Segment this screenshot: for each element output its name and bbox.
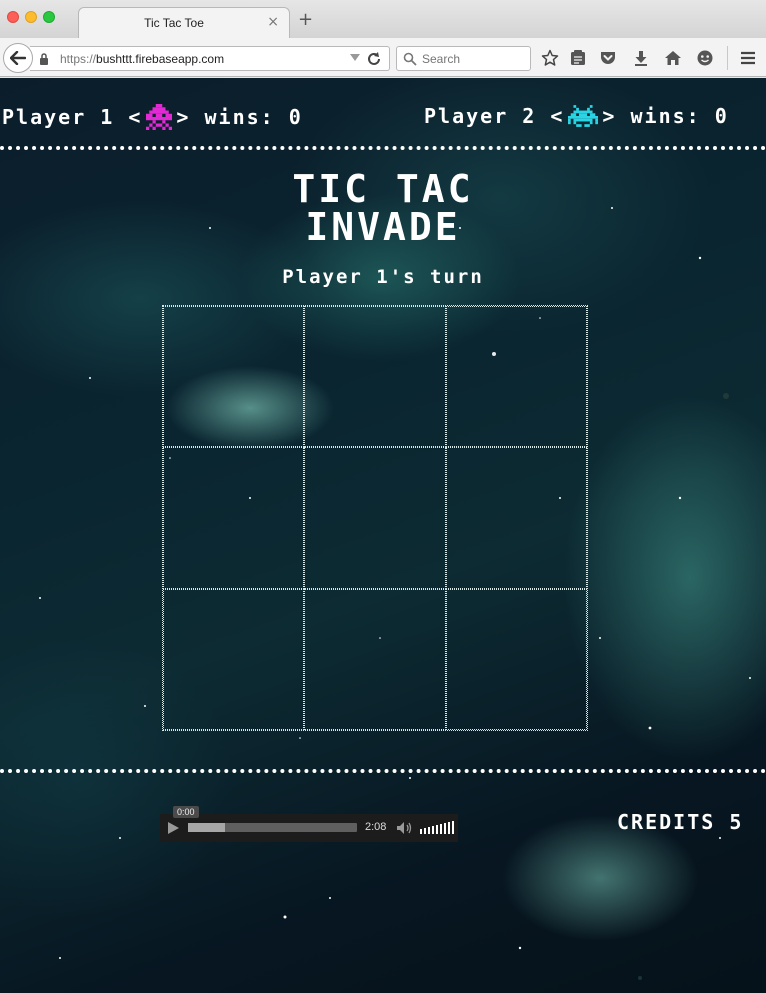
new-tab-button[interactable]: +	[298, 11, 313, 29]
top-divider	[0, 146, 766, 150]
url-text[interactable]: https://bushttt.firebaseapp.com	[60, 52, 224, 66]
board-cell-5[interactable]	[304, 447, 446, 589]
board-cell-1[interactable]	[163, 306, 305, 448]
board-cell-4[interactable]	[163, 447, 305, 589]
lock-icon	[40, 53, 48, 65]
board-cell-2[interactable]	[304, 306, 446, 448]
board-cell-7[interactable]	[163, 588, 305, 730]
home-icon[interactable]	[664, 49, 682, 67]
menu-icon[interactable]	[739, 49, 757, 67]
audio-duration: 2:08	[365, 821, 387, 833]
browser-tab[interactable]: Tic Tac Toe ×	[78, 7, 290, 38]
player1-label: Player 1 <	[2, 105, 143, 129]
play-icon[interactable]	[166, 821, 180, 835]
back-arrow-icon	[10, 51, 26, 65]
player1-score: Player 1 < > wins: 0	[2, 104, 303, 130]
volume-slider[interactable]	[420, 821, 454, 834]
player1-wins: > wins: 0	[176, 105, 303, 129]
title-line-2: INVADE	[305, 205, 461, 249]
window-close-button[interactable]	[7, 11, 19, 23]
pocket-icon[interactable]	[599, 49, 617, 67]
game-board	[162, 305, 588, 731]
url-bar[interactable]: https://bushttt.firebaseapp.com	[30, 46, 390, 71]
window-minimize-button[interactable]	[25, 11, 37, 23]
player2-label: Player 2 <	[424, 104, 565, 128]
search-input[interactable]: Search	[396, 46, 531, 71]
chevron-down-icon[interactable]	[350, 54, 360, 62]
search-icon	[403, 52, 417, 66]
turn-indicator: Player 1's turn	[282, 266, 484, 288]
audio-player: 0:00 2:08	[160, 806, 458, 842]
game-title: TIC TAC INVADE	[0, 170, 766, 246]
crab-invader-icon	[568, 105, 599, 127]
board-cell-3[interactable]	[445, 306, 587, 448]
tab-title: Tic Tac Toe	[144, 16, 204, 30]
browser-titlebar: Tic Tac Toe × +	[0, 0, 766, 38]
volume-icon[interactable]	[396, 821, 414, 835]
title-line-1: TIC TAC	[292, 167, 474, 211]
browser-navbar: https://bushttt.firebaseapp.com Search	[0, 38, 766, 77]
player2-score: Player 2 < > wins: 0	[424, 104, 729, 128]
player2-wins: > wins: 0	[602, 104, 729, 128]
tab-close-icon[interactable]: ×	[267, 14, 279, 30]
current-time: 0:00	[173, 806, 199, 818]
board-cell-6[interactable]	[445, 447, 587, 589]
emoji-icon[interactable]	[696, 49, 714, 67]
url-host: bushttt.firebaseapp.com	[96, 52, 225, 66]
bottom-divider	[0, 769, 766, 773]
url-prefix: https://	[60, 52, 97, 66]
game-page: Player 1 < > wins: 0 Player 2 < > wins: …	[0, 78, 766, 993]
window-maximize-button[interactable]	[43, 11, 55, 23]
board-cell-8[interactable]	[304, 588, 446, 730]
download-icon[interactable]	[632, 49, 650, 67]
audio-progress-fill	[188, 823, 226, 832]
reading-list-icon[interactable]	[569, 49, 587, 67]
search-placeholder: Search	[422, 52, 461, 66]
squid-invader-icon	[146, 104, 173, 130]
back-button[interactable]	[3, 43, 33, 73]
reload-icon[interactable]	[366, 51, 382, 67]
toolbar-separator	[727, 46, 728, 70]
star-icon[interactable]	[541, 49, 559, 67]
audio-progress-bar[interactable]	[188, 823, 357, 832]
credits-link[interactable]: CREDITS 5	[617, 810, 743, 834]
board-cell-9[interactable]	[445, 588, 587, 730]
